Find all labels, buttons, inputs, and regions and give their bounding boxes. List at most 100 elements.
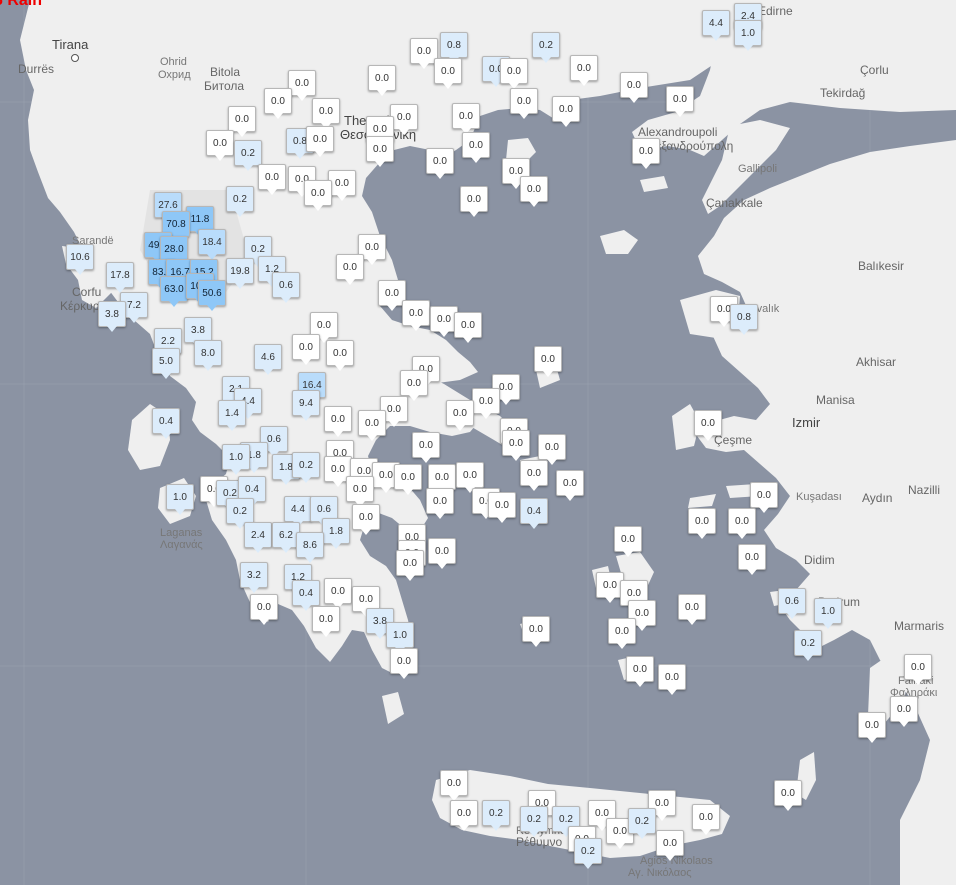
rain-marker[interactable]: 0.6 (272, 272, 300, 303)
rain-marker[interactable]: 0.0 (288, 70, 316, 101)
rain-marker[interactable]: 0.0 (502, 430, 530, 461)
rain-marker[interactable]: 0.8 (440, 32, 468, 63)
rain-marker[interactable]: 0.0 (454, 312, 482, 343)
rain-marker[interactable]: 0.2 (520, 806, 548, 837)
rain-marker[interactable]: 0.0 (312, 606, 340, 637)
rain-marker[interactable]: 0.0 (656, 830, 684, 861)
rain-marker[interactable]: 50.6 (198, 280, 226, 311)
rain-marker[interactable]: 0.0 (324, 578, 352, 609)
rain-marker[interactable]: 3.8 (98, 301, 126, 332)
rain-marker[interactable]: 0.0 (394, 464, 422, 495)
rain-marker[interactable]: 0.0 (728, 508, 756, 539)
rain-marker[interactable]: 0.4 (152, 408, 180, 439)
rain-marker[interactable]: 3.2 (240, 562, 268, 593)
rain-marker[interactable]: 0.0 (488, 492, 516, 523)
rain-marker[interactable]: 0.0 (774, 780, 802, 811)
rain-marker[interactable]: 0.0 (460, 186, 488, 217)
rain-marker[interactable]: 0.0 (688, 508, 716, 539)
rain-marker[interactable]: 0.4 (520, 498, 548, 529)
rain-marker[interactable]: 0.0 (450, 800, 478, 831)
rain-marker[interactable]: 1.0 (814, 598, 842, 629)
rain-marker[interactable]: 0.6 (778, 588, 806, 619)
rain-marker[interactable]: 0.0 (428, 464, 456, 495)
rain-marker[interactable]: 0.0 (890, 696, 918, 727)
rain-marker[interactable]: 0.8 (730, 304, 758, 335)
rain-marker[interactable]: 0.2 (794, 630, 822, 661)
rain-marker[interactable]: 0.0 (336, 254, 364, 285)
rain-marker[interactable]: 4.4 (284, 496, 312, 527)
rain-marker[interactable]: 0.2 (574, 838, 602, 869)
rain-marker[interactable]: 0.0 (614, 526, 642, 557)
rain-marker[interactable]: 0.0 (626, 656, 654, 687)
rain-marker[interactable]: 0.0 (462, 132, 490, 163)
rain-marker[interactable]: 0.0 (556, 470, 584, 501)
rain-marker[interactable]: 0.0 (446, 400, 474, 431)
rain-marker[interactable]: 0.0 (412, 432, 440, 463)
rain-marker[interactable]: 0.0 (510, 88, 538, 119)
rain-marker[interactable]: 0.0 (692, 804, 720, 835)
rain-marker[interactable]: 63.0 (160, 276, 188, 307)
rain-marker[interactable]: 0.0 (434, 58, 462, 89)
rain-marker[interactable]: 0.0 (346, 476, 374, 507)
rain-marker[interactable]: 1.8 (322, 518, 350, 549)
rain-marker[interactable]: 0.0 (694, 410, 722, 441)
rain-marker[interactable]: 0.0 (620, 72, 648, 103)
rain-marker[interactable]: 4.4 (702, 10, 730, 41)
rain-marker[interactable]: 0.0 (426, 148, 454, 179)
rain-marker[interactable]: 0.0 (440, 770, 468, 801)
rain-marker[interactable]: 0.0 (552, 96, 580, 127)
rain-marker[interactable]: 0.0 (206, 130, 234, 161)
rain-marker[interactable]: 0.2 (292, 452, 320, 483)
rain-marker[interactable]: 0.0 (522, 616, 550, 647)
rain-marker[interactable]: 0.0 (472, 388, 500, 419)
rain-marker[interactable]: 19.8 (226, 258, 254, 289)
rain-marker[interactable]: 0.0 (258, 164, 286, 195)
rain-marker[interactable]: 5.0 (152, 348, 180, 379)
rain-marker[interactable]: 0.0 (390, 648, 418, 679)
rain-marker[interactable]: 0.2 (532, 32, 560, 63)
rain-marker[interactable]: 0.2 (628, 808, 656, 839)
rain-marker[interactable]: 0.0 (292, 334, 320, 365)
rain-marker[interactable]: 0.0 (264, 88, 292, 119)
rain-marker[interactable]: 0.0 (666, 86, 694, 117)
rain-marker[interactable]: 17.8 (106, 262, 134, 293)
rain-marker[interactable]: 0.0 (608, 618, 636, 649)
rain-marker[interactable]: 0.0 (402, 300, 430, 331)
rain-marker[interactable]: 0.0 (456, 462, 484, 493)
rain-marker[interactable]: 0.0 (500, 58, 528, 89)
rain-marker[interactable]: 0.2 (482, 800, 510, 831)
rain-marker[interactable]: 0.4 (292, 580, 320, 611)
rain-marker[interactable]: 0.0 (632, 138, 660, 169)
rain-marker[interactable]: 0.0 (312, 98, 340, 129)
rain-marker[interactable]: 0.0 (358, 410, 386, 441)
rain-marker[interactable]: 1.0 (222, 444, 250, 475)
rain-marker[interactable]: 0.0 (658, 664, 686, 695)
rain-marker[interactable]: 0.0 (352, 504, 380, 535)
rain-marker[interactable]: 8.6 (296, 532, 324, 563)
rain-marker[interactable]: 0.0 (570, 55, 598, 86)
rain-marker[interactable]: 0.0 (534, 346, 562, 377)
rain-marker[interactable]: 0.0 (250, 594, 278, 625)
rain-marker[interactable]: 0.0 (400, 370, 428, 401)
rain-marker[interactable]: 0.0 (538, 434, 566, 465)
rain-marker[interactable]: 0.0 (426, 488, 454, 519)
rain-marker[interactable]: 0.0 (324, 406, 352, 437)
rain-marker[interactable]: 1.0 (734, 20, 762, 51)
rain-marker[interactable]: 10.6 (66, 244, 94, 275)
rain-marker[interactable]: 0.0 (328, 170, 356, 201)
rain-marker[interactable]: 1.4 (218, 400, 246, 431)
rain-marker[interactable]: 4.6 (254, 344, 282, 375)
rain-marker[interactable]: 0.0 (368, 65, 396, 96)
rain-marker[interactable]: 0.0 (306, 126, 334, 157)
rain-marker[interactable]: 0.2 (226, 498, 254, 529)
rain-marker[interactable]: 1.0 (166, 484, 194, 515)
rain-marker[interactable]: 0.0 (858, 712, 886, 743)
rain-marker[interactable]: 0.2 (234, 140, 262, 171)
rain-marker[interactable]: 0.0 (452, 103, 480, 134)
rain-marker[interactable]: 0.0 (904, 654, 932, 685)
rain-marker[interactable]: 0.0 (428, 538, 456, 569)
rain-marker[interactable]: 0.0 (396, 550, 424, 581)
rain-marker[interactable]: 0.0 (228, 106, 256, 137)
rain-marker[interactable]: 0.0 (304, 180, 332, 211)
rain-marker[interactable]: 8.0 (194, 340, 222, 371)
